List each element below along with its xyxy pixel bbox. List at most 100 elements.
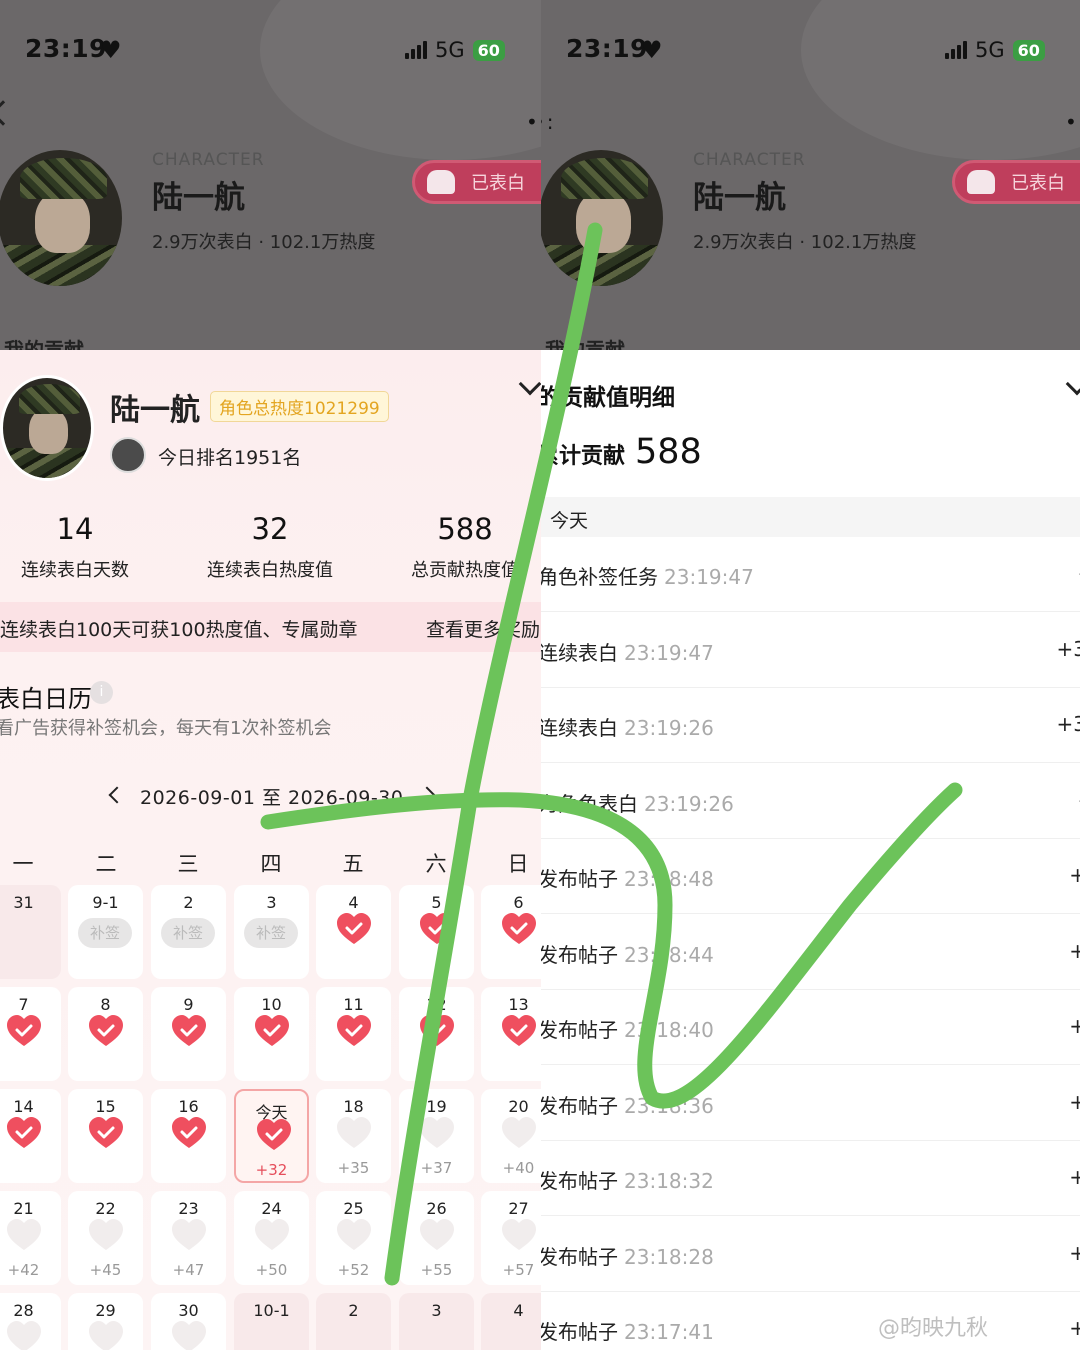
- calendar-title: 表白日历: [0, 685, 92, 713]
- weekday-label: 一: [12, 852, 34, 876]
- character-header: 23:19 ♥ 5G 60 •: CHARACTER 陆一航 2.9万次表白 ·…: [0, 0, 541, 350]
- calendar-day: 今天 +32: [234, 1089, 309, 1183]
- calendar-day: 21 +42: [0, 1191, 61, 1285]
- day-number: 21: [13, 1199, 34, 1218]
- calendar-day: 13: [481, 987, 541, 1081]
- row-value: +3: [1056, 712, 1080, 736]
- row-time: 23:18:36: [624, 1093, 714, 1118]
- watermark: @昀映九秋: [878, 1316, 989, 1341]
- day-number: 10-1: [253, 1301, 290, 1320]
- calendar-day: 10-1: [234, 1293, 309, 1350]
- row-time: 23:18:32: [624, 1169, 714, 1193]
- contribution-row: 发布帖子 23:18:40 +: [541, 990, 1080, 1065]
- heat-bonus: +55: [420, 1261, 453, 1279]
- day-number: 19: [426, 1097, 447, 1116]
- info-icon[interactable]: i: [90, 681, 113, 704]
- makeup-button[interactable]: 补签: [161, 918, 215, 948]
- day-number: 11: [343, 995, 364, 1014]
- stat-streak-heat: 32 连续表白热度值: [207, 512, 333, 581]
- day-number: 2: [183, 893, 194, 912]
- makeup-button[interactable]: 补签: [244, 918, 298, 948]
- row-title: 连续表白 23:19:47: [541, 640, 714, 665]
- day-number: 23: [178, 1199, 199, 1218]
- weekday-label: 二: [95, 852, 117, 876]
- status-indicators: 5G 60: [405, 38, 505, 62]
- day-number: 30: [178, 1301, 199, 1320]
- day-number: 3: [266, 893, 277, 912]
- today-rank: 今日排名1951名: [158, 447, 302, 469]
- calendar-day: 2: [316, 1293, 391, 1350]
- weekday-label: 五: [342, 852, 364, 876]
- character-stats: 2.9万次表白 · 102.1万热度: [693, 232, 917, 253]
- row-value: +: [1069, 1089, 1080, 1114]
- calendar-day: 22 +45: [68, 1191, 143, 1285]
- calendar-day: 25 +52: [316, 1191, 391, 1285]
- calendar-day: 14: [0, 1089, 61, 1183]
- row-title: 为角色表白 23:19:26: [541, 791, 734, 816]
- more-icon[interactable]: •:: [1065, 110, 1080, 134]
- row-title: 发布帖子 23:17:41: [541, 1320, 714, 1344]
- day-number: 13: [508, 995, 529, 1014]
- signal-icon: [945, 41, 967, 59]
- heart-icon: ♥: [641, 36, 663, 64]
- confessed-button[interactable]: 已表白: [952, 160, 1080, 204]
- weekday-label: 三: [177, 852, 199, 876]
- day-number: 20: [508, 1097, 529, 1116]
- calendar-day: 29: [68, 1293, 143, 1350]
- calendar-day: 31: [0, 885, 61, 979]
- row-value: +: [1069, 1316, 1080, 1340]
- row-value: +3: [1056, 636, 1080, 661]
- calendar-day: 10: [234, 987, 309, 1081]
- calendar-day[interactable]: 9-1 补签: [68, 885, 143, 979]
- row-title: 发布帖子 23:18:36: [541, 1093, 714, 1118]
- calendar-subtitle: 看广告获得补签机会，每天有1次补签机会: [0, 718, 332, 739]
- character-tag: CHARACTER: [152, 150, 265, 170]
- confessed-button[interactable]: 已表白: [412, 160, 541, 204]
- section-label: 今天: [550, 510, 589, 532]
- calendar-day: 5: [399, 885, 474, 979]
- contribution-row: 发布帖子 23:18:44 +: [541, 915, 1080, 990]
- contribution-row: 角色补签任务23:19:47-: [541, 537, 1080, 612]
- contribution-row: 发布帖子 23:18:32 +: [541, 1141, 1080, 1216]
- my-contribution-heading: 我的贡献: [4, 338, 84, 350]
- weekday-label: 日: [507, 852, 529, 876]
- more-icon[interactable]: •:: [541, 110, 556, 134]
- calendar-day: 9: [151, 987, 226, 1081]
- row-value: +: [1069, 1240, 1080, 1265]
- row-title: 连续表白 23:19:26: [541, 716, 714, 740]
- heat-bonus: +47: [172, 1261, 205, 1279]
- home-icon: [967, 170, 995, 194]
- heart-icon: ♥: [100, 36, 122, 64]
- character-tag: CHARACTER: [693, 150, 806, 170]
- calendar-day: 30: [151, 1293, 226, 1350]
- day-number: 8: [100, 995, 111, 1014]
- calendar-day[interactable]: 2 补签: [151, 885, 226, 979]
- day-number: 5: [431, 893, 442, 912]
- row-value: +: [1069, 938, 1080, 963]
- more-rewards-link[interactable]: 查看更多奖励: [426, 615, 540, 642]
- row-value: +: [1069, 1014, 1080, 1038]
- battery-icon: 60: [1012, 39, 1045, 61]
- battery-icon: 60: [472, 39, 505, 61]
- calendar-day: 15: [68, 1089, 143, 1183]
- day-number: 7: [18, 995, 29, 1014]
- day-number: 18: [343, 1097, 364, 1116]
- calendar-day[interactable]: 3 补签: [234, 885, 309, 979]
- calendar-day: 16: [151, 1089, 226, 1183]
- row-time: 23:17:41: [624, 1320, 714, 1344]
- contribution-row: 发布帖子 23:18:36 +: [541, 1066, 1080, 1141]
- row-title: 发布帖子 23:18:40: [541, 1018, 714, 1042]
- calendar-day: 4: [481, 1293, 541, 1350]
- detail-title: 的贡献值明细: [541, 385, 675, 411]
- back-icon[interactable]: [0, 100, 16, 126]
- status-time: 23:19: [25, 34, 108, 63]
- row-value: +: [1069, 863, 1080, 887]
- contribution-row: 发布帖子 23:18:48 +: [541, 839, 1080, 914]
- character-stats: 2.9万次表白 · 102.1万热度: [152, 232, 376, 253]
- total-contribution: 累计贡献 588: [541, 432, 702, 472]
- more-icon[interactable]: •:: [526, 110, 541, 134]
- status-time: 23:19: [566, 34, 649, 63]
- row-title: 发布帖子 23:18:32: [541, 1169, 714, 1193]
- day-number: 28: [13, 1301, 34, 1320]
- makeup-button[interactable]: 补签: [78, 918, 132, 948]
